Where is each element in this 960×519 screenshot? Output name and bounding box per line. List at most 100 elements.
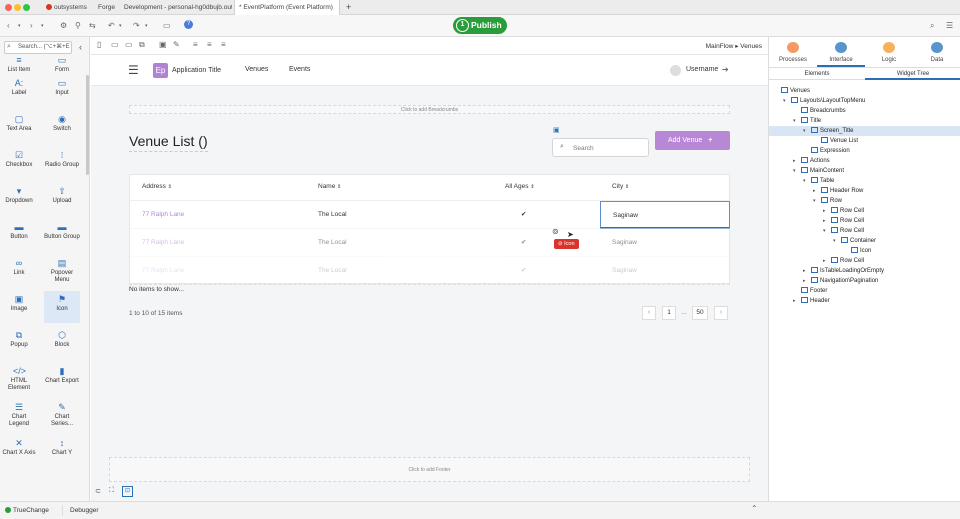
search-input[interactable]: ⌕ Search <box>552 138 649 157</box>
tree-node[interactable]: ▸ Actions <box>769 156 960 166</box>
palette-item-popup[interactable]: ⧉ Popup <box>1 327 37 359</box>
tablet-view-icon[interactable]: ▭ <box>111 40 119 50</box>
hamburger-menu-icon[interactable]: ☰ <box>128 64 139 76</box>
settings-icon[interactable]: ⚙ <box>60 21 67 31</box>
palette-item-popover-menu[interactable]: ▤ Popover Menu <box>44 255 80 287</box>
palette-item-chart-y-axis[interactable]: ↕ Chart Y <box>44 435 80 467</box>
palette-item-link[interactable]: ∞ Link <box>1 255 37 287</box>
tree-node[interactable]: ▾ Row <box>769 196 960 206</box>
palette-item-html-element[interactable]: </> HTML Element <box>1 363 37 395</box>
column-header-all-ages[interactable]: All Ages ⇕ <box>505 175 535 199</box>
style-icon[interactable]: ✎ <box>173 40 180 50</box>
next-page-button[interactable]: › <box>714 306 728 320</box>
tab-interface[interactable]: Interface <box>817 37 865 67</box>
tree-node[interactable]: Icon <box>769 246 960 256</box>
tree-node[interactable]: ▸ Navigation\Pagination <box>769 276 960 286</box>
logout-icon[interactable]: ➔ <box>722 65 729 74</box>
palette-item-chart-export[interactable]: ▮ Chart Export <box>44 363 80 395</box>
footer-placeholder[interactable]: Click to add Footer <box>109 457 750 482</box>
city-cell-selected[interactable]: Saginaw <box>600 201 730 229</box>
select-mode-icon[interactable]: ⊡ <box>122 486 133 497</box>
palette-item-input[interactable]: ▭ Input <box>44 75 80 107</box>
forward-icon[interactable]: › <box>30 21 33 31</box>
redo-menu-icon[interactable]: ▾ <box>145 21 148 31</box>
column-header-city[interactable]: City ⇕ <box>612 175 629 199</box>
palette-item-radio-group[interactable]: ⁝ Radio Group <box>44 147 80 179</box>
expand-arrow-icon[interactable]: ▾ <box>783 96 791 106</box>
expand-arrow-icon[interactable]: ▾ <box>803 176 811 186</box>
tree-node[interactable]: ▸ Header <box>769 296 960 306</box>
forward-menu-icon[interactable]: ▾ <box>41 21 44 31</box>
tab-data[interactable]: Data <box>913 37 960 67</box>
tree-node[interactable]: ▸ Row Cell <box>769 256 960 266</box>
expand-arrow-icon[interactable]: ▾ <box>793 116 801 126</box>
palette-item-image[interactable]: ▣ Image <box>1 291 37 323</box>
address-link[interactable]: 77 Ralph Lane <box>142 257 184 285</box>
palette-item-chart-series[interactable]: ✎ Chart Series... <box>44 399 80 431</box>
table-row[interactable]: 77 Ralph Lane The Local ✔ Saginaw <box>130 256 730 284</box>
truechange-tab[interactable]: TrueChange <box>5 505 55 516</box>
tree-node[interactable]: ▾ MainContent <box>769 166 960 176</box>
prev-page-button[interactable]: ‹ <box>642 306 656 320</box>
phone-view-icon[interactable]: ▯ <box>97 40 101 50</box>
palette-item-button[interactable]: ▬ Button <box>1 219 37 251</box>
expand-arrow-icon[interactable]: ▾ <box>833 236 841 246</box>
help-icon[interactable]: ? <box>184 20 193 29</box>
table-row[interactable]: 77 Ralph Lane The Local ✔ Saginaw <box>130 228 730 256</box>
expand-arrow-icon[interactable]: ▸ <box>793 156 801 166</box>
page-title[interactable]: Venue List () <box>129 133 208 152</box>
chevron-up-icon[interactable]: ⌃ <box>751 504 758 513</box>
tree-node[interactable]: ▾ Title <box>769 116 960 126</box>
column-header-address[interactable]: Address ⇕ <box>142 175 172 199</box>
canvas-breadcrumb[interactable]: MainFlow ▸ Venues <box>706 42 762 50</box>
tree-node[interactable]: ▸ Row Cell <box>769 206 960 216</box>
palette-item-text-area[interactable]: ▢ Text Area <box>1 111 37 143</box>
collapse-panel-icon[interactable]: ‹ <box>79 42 82 52</box>
tree-node[interactable]: ▾ Container <box>769 236 960 246</box>
align-left-icon[interactable]: ≡ <box>193 40 198 50</box>
comment-icon[interactable]: ▭ <box>163 21 171 31</box>
undo-menu-icon[interactable]: ▾ <box>119 21 122 31</box>
fit-icon[interactable]: ⊂ <box>95 487 101 495</box>
subtab-elements[interactable]: Elements <box>769 68 865 80</box>
tab-forge[interactable]: Forge <box>94 0 120 15</box>
tree-node[interactable]: ▾ Layouts\LayoutTopMenu <box>769 96 960 106</box>
expand-arrow-icon[interactable]: ▾ <box>793 166 801 176</box>
expand-arrow-icon[interactable]: ▸ <box>813 186 821 196</box>
menu-icon[interactable]: ☰ <box>946 21 953 31</box>
subtab-widget-tree[interactable]: Widget Tree <box>865 68 960 80</box>
new-tab-button[interactable]: + <box>342 0 354 15</box>
tab-eventplatform[interactable]: * EventPlatform (Event Platform) <box>234 0 340 15</box>
tree-node[interactable]: ▸ Row Cell <box>769 216 960 226</box>
palette-item-chart-x-axis[interactable]: ✕ Chart X Axis <box>1 435 37 467</box>
tree-node[interactable]: Venues <box>769 86 960 96</box>
expand-arrow-icon[interactable]: ▸ <box>803 266 811 276</box>
expand-arrow-icon[interactable]: ▾ <box>803 126 811 136</box>
compare-icon[interactable]: ⇆ <box>89 21 96 31</box>
tree-node[interactable]: ▸ IsTableLoadingOrEmpty <box>769 266 960 276</box>
tree-node[interactable]: Expression <box>769 146 960 156</box>
palette-item-dropdown[interactable]: ▾ Dropdown <box>1 183 37 215</box>
breadcrumbs-placeholder[interactable]: Click to add Breadcrumbs <box>129 105 730 114</box>
layout-icon[interactable]: ⧉ <box>139 40 145 50</box>
column-header-name[interactable]: Name ⇕ <box>318 175 341 199</box>
nav-venues[interactable]: Venues <box>245 66 268 73</box>
palette-item-button-group[interactable]: ▬ Button Group <box>44 219 80 251</box>
tab-development[interactable]: Development - personal-hg0dbujb.outs <box>120 0 232 15</box>
close-window-icon[interactable] <box>5 4 12 11</box>
add-venue-button[interactable]: Add Venue + <box>655 131 730 150</box>
tree-node[interactable]: Breadcrumbs <box>769 106 960 116</box>
publish-button[interactable]: 1 Publish <box>453 17 507 34</box>
expand-arrow-icon[interactable]: ▸ <box>823 216 831 226</box>
back-menu-icon[interactable]: ▾ <box>18 21 21 31</box>
expand-arrow-icon[interactable]: ▾ <box>813 196 821 206</box>
search-icon[interactable]: ⌕ <box>930 21 934 31</box>
align-center-icon[interactable]: ≡ <box>207 40 212 50</box>
empty-message[interactable]: No items to show... <box>129 284 730 294</box>
page-50-button[interactable]: 50 <box>692 306 708 320</box>
tree-node[interactable]: ▾ Table <box>769 176 960 186</box>
page-1-button[interactable]: 1 <box>662 306 676 320</box>
expand-arrow-icon[interactable]: ▸ <box>823 256 831 266</box>
table-row[interactable]: 77 Ralph Lane The Local ✔ Saginaw <box>130 200 730 229</box>
maximize-window-icon[interactable] <box>23 4 30 11</box>
